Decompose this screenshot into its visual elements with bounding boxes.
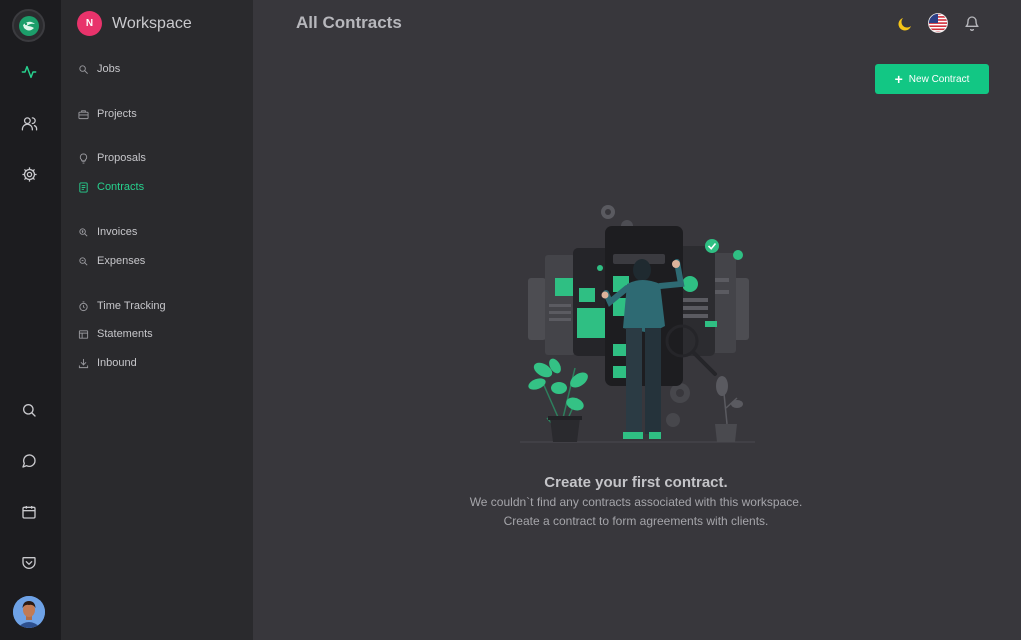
empty-state-line-1: We couldn`t find any contracts associate… [469, 495, 803, 509]
sidebar-item-label: Jobs [97, 63, 121, 75]
search-icon [23, 404, 36, 417]
download-icon [78, 358, 88, 368]
workspace-name: Workspace [112, 14, 192, 32]
sidebar-item-label: Contracts [97, 181, 145, 193]
workspace-badge: N [77, 11, 102, 36]
sidebar-item-expenses[interactable]: Expenses [77, 252, 145, 270]
sidebar-item-label: Proposals [97, 152, 146, 164]
bell-icon [965, 16, 979, 31]
logo-icon [18, 15, 39, 36]
theme-toggle[interactable] [895, 14, 915, 34]
sidebar-item-contracts[interactable]: Contracts [77, 178, 144, 196]
plus-icon: + [894, 71, 903, 87]
sidebar-item-statements[interactable]: Statements [77, 325, 153, 343]
pocket-button[interactable] [16, 550, 42, 576]
sidebar-item-label: Expenses [97, 255, 146, 267]
sidebar-item-label: Projects [97, 108, 137, 120]
calendar-button[interactable] [16, 499, 42, 525]
chat-button[interactable] [16, 448, 42, 474]
sidebar-item-label: Statements [97, 328, 153, 340]
language-selector[interactable] [928, 13, 948, 33]
expense-icon [78, 256, 87, 265]
sidebar-item-label: Invoices [97, 226, 138, 238]
app-logo[interactable] [12, 9, 45, 42]
sidebar-item-proposals[interactable]: Proposals [77, 149, 146, 167]
sidebar-item-invoices[interactable]: Invoices [77, 223, 137, 241]
user-avatar[interactable] [13, 596, 45, 628]
workspace-switcher[interactable]: N Workspace [77, 11, 192, 36]
empty-state-illustration [515, 198, 760, 450]
gear-icon [21, 166, 37, 182]
new-contract-button[interactable]: + New Contract [875, 64, 989, 94]
chat-icon [22, 454, 36, 468]
sidebar-item-projects[interactable]: Projects [77, 105, 137, 123]
page-title: All Contracts [296, 13, 402, 32]
sidebar-item-time-tracking[interactable]: Time Tracking [77, 297, 166, 315]
statements-icon [78, 329, 88, 339]
clock-icon [78, 300, 88, 311]
moon-icon [898, 18, 911, 31]
users-icon [21, 116, 37, 131]
new-contract-label: New Contract [908, 73, 970, 85]
activity-icon [21, 65, 37, 79]
invoice-icon [78, 227, 87, 236]
us-flag-icon [928, 13, 948, 33]
pocket-icon [22, 557, 36, 569]
contracts-illustration-icon [520, 205, 755, 443]
empty-state-title: Create your first contract. [544, 474, 728, 491]
briefcase-icon [77, 109, 89, 119]
settings-button[interactable] [16, 161, 42, 187]
lightbulb-icon [79, 152, 87, 164]
calendar-icon [22, 506, 36, 519]
jobs-icon [78, 64, 88, 74]
notifications-button[interactable] [962, 13, 982, 33]
sidebar: N Workspace Jobs Projects Proposals Cont… [61, 0, 253, 640]
sidebar-item-label: Inbound [97, 357, 137, 369]
icon-rail [0, 0, 61, 640]
document-icon [78, 181, 88, 193]
search-button[interactable] [16, 397, 42, 423]
empty-state-line-2: Create a contract to form agreements wit… [503, 514, 769, 528]
users-button[interactable] [16, 110, 42, 136]
activity-button[interactable] [16, 59, 42, 85]
sidebar-item-label: Time Tracking [97, 300, 166, 312]
sidebar-item-inbound[interactable]: Inbound [77, 354, 137, 372]
avatar-icon [13, 596, 45, 628]
sidebar-item-jobs[interactable]: Jobs [77, 60, 120, 78]
